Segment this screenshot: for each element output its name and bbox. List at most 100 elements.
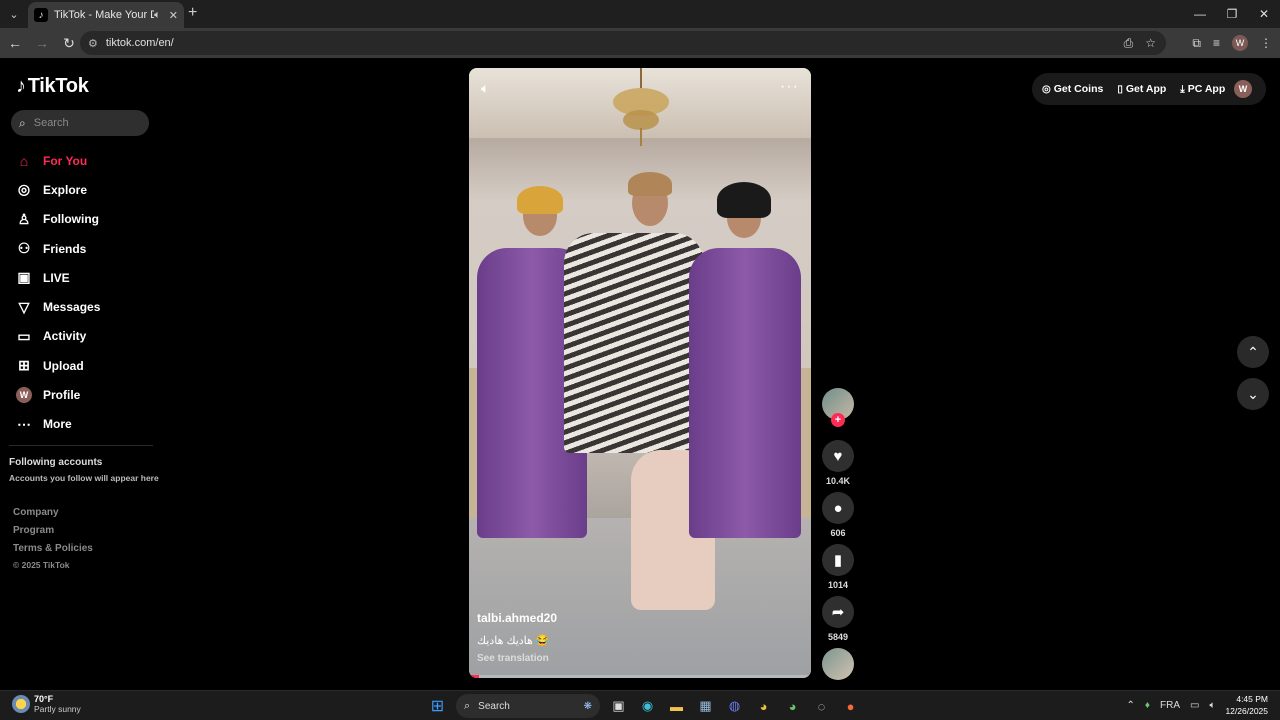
sidebar-item-live[interactable]: ▣ LIVE (16, 263, 100, 292)
sidebar-nav: ⌂ For You ◎ Explore ♙ Following ⚇ Friend… (16, 146, 100, 439)
search-placeholder: Search (33, 117, 69, 129)
sidebar-item-more[interactable]: ⋯ More (16, 410, 100, 439)
tiktok-logo[interactable]: ♪ TikTok (16, 75, 89, 98)
video-player[interactable]: 🔈︎ ··· talbi.ahmed20 هاديك هاديك 😂 See t… (469, 68, 811, 678)
comment-icon: ● (833, 499, 843, 517)
video-progress-bar[interactable] (469, 675, 811, 678)
microphone-icon[interactable]: ♦ (1145, 700, 1150, 711)
volume-icon[interactable]: 🔈︎ (481, 80, 489, 97)
music-disc-avatar[interactable] (822, 648, 854, 680)
avatar[interactable]: W (1234, 80, 1252, 98)
windows-start-icon[interactable]: ⊞ (423, 694, 452, 718)
search-input[interactable]: ⌕ Search (11, 110, 149, 136)
follow-plus-button[interactable]: + (831, 413, 845, 427)
like-button[interactable]: ♥ (822, 440, 854, 472)
share-icon: ➦ (831, 604, 845, 621)
previous-video-button[interactable]: ⌃ (1237, 336, 1269, 368)
get-coins-button[interactable]: ◎ Get Coins (1042, 83, 1103, 95)
comment-button[interactable]: ● (822, 492, 854, 524)
discord-icon[interactable]: ◍ (720, 694, 749, 718)
chrome-profile-icon[interactable]: ◕ (778, 694, 807, 718)
sidebar-divider (9, 445, 153, 446)
avatar: W (16, 387, 32, 404)
save-button[interactable]: ▮ (822, 544, 854, 576)
recorder-icon[interactable]: ● (836, 694, 865, 718)
comment-count: 606 (830, 528, 846, 538)
weather-desc: Partly sunny (34, 704, 81, 714)
sidebar-item-for-you[interactable]: ⌂ For You (16, 146, 100, 175)
forward-icon[interactable]: → (30, 31, 54, 55)
search-icon: ⌕ (464, 699, 471, 712)
upload-icon: ⊞ (18, 357, 30, 374)
like-action: ♥ 10.4K (822, 440, 854, 486)
install-app-icon[interactable]: ⎙ (1124, 36, 1134, 51)
like-count: 10.4K (825, 476, 851, 486)
tray-overflow-icon[interactable]: ⌃ (1127, 700, 1135, 711)
new-tab-button[interactable]: + (188, 4, 197, 22)
footer-link-company[interactable]: Company (13, 507, 93, 525)
system-tray: ⌃ ♦ FRA ▭ 🔈︎ 4:45 PM 12/26/2025 (1127, 693, 1269, 717)
close-window-icon[interactable]: ✕ (1248, 0, 1280, 28)
see-translation-link[interactable]: See translation (477, 653, 549, 664)
edge-icon[interactable]: ◉ (633, 694, 662, 718)
tab-search-icon[interactable]: ⌄ (0, 0, 28, 28)
network-icon[interactable]: ▭ (1190, 700, 1199, 711)
chrome-icon[interactable]: ◕ (749, 694, 778, 718)
speaker-icon[interactable]: 🔈︎ (1209, 700, 1215, 711)
comment-action: ● 606 (822, 492, 854, 538)
friends-icon: ⚇ (17, 240, 31, 257)
sidebar-item-messages[interactable]: ▽ Messages (16, 292, 101, 321)
next-video-button[interactable]: ⌄ (1237, 378, 1269, 410)
footer-link-terms[interactable]: Terms & Policies (13, 543, 93, 561)
sidebar-item-explore[interactable]: ◎ Explore (16, 175, 100, 204)
video-scene-chandelier (613, 68, 669, 146)
live-icon: ▣ (17, 269, 31, 286)
footer-link-program[interactable]: Program (13, 525, 93, 543)
person-icon: ♙ (17, 210, 31, 227)
following-accounts-title: Following accounts (9, 457, 103, 468)
extensions-icon[interactable]: ⧉ (1192, 36, 1201, 51)
tab-close-icon[interactable]: ✕ (169, 9, 178, 22)
maximize-icon[interactable]: ❐ (1216, 0, 1248, 28)
video-more-icon[interactable]: ··· (780, 78, 799, 96)
reload-icon[interactable]: ↻ (57, 31, 81, 55)
minimize-icon[interactable]: — (1184, 0, 1216, 28)
language-indicator[interactable]: FRA (1160, 700, 1180, 711)
video-scene-turban (517, 186, 563, 214)
pc-app-button[interactable]: ⤓ PC App (1180, 83, 1225, 95)
taskbar-search[interactable]: ⌕ Search ❋ (456, 694, 600, 718)
taskbar-clock[interactable]: 4:45 PM 12/26/2025 (1225, 693, 1268, 717)
copyright: © 2025 TikTok (13, 560, 70, 570)
save-action: ▮ 1014 (822, 544, 854, 590)
sidebar-item-activity[interactable]: ▭ Activity (16, 322, 100, 351)
github-icon[interactable]: ◌ (807, 694, 836, 718)
share-button[interactable]: ➦ (822, 596, 854, 628)
browser-profile-avatar[interactable]: W (1232, 35, 1248, 51)
back-icon[interactable]: ← (3, 31, 27, 55)
get-app-button[interactable]: ▯ Get App (1117, 83, 1166, 95)
weather-widget[interactable]: 70°F Partly sunny (12, 694, 81, 714)
chevron-up-icon: ⌃ (1247, 343, 1259, 360)
browser-tab[interactable]: ♪ TikTok - Make Your Day 🔈︎ ✕ (28, 2, 184, 28)
reading-list-icon[interactable]: ≡ (1213, 36, 1220, 50)
video-username[interactable]: talbi.ahmed20 (477, 611, 557, 625)
tab-audio-icon[interactable]: 🔈︎ (154, 9, 161, 22)
sidebar-item-profile[interactable]: W Profile (16, 380, 100, 409)
following-accounts-subtitle: Accounts you follow will appear here (9, 473, 159, 483)
windows-taskbar: 70°F Partly sunny ⊞ ⌕ Search ❋ ▣ ◉ ▬ ▦ ◍… (0, 690, 1280, 720)
store-icon[interactable]: ▦ (691, 694, 720, 718)
tiktok-note-icon: ♪ (16, 75, 26, 97)
sidebar-item-following[interactable]: ♙ Following (16, 205, 100, 234)
sidebar-item-friends[interactable]: ⚇ Friends (16, 234, 100, 263)
phone-icon: ▯ (1117, 83, 1123, 95)
file-explorer-icon[interactable]: ▬ (662, 694, 691, 718)
url-text: tiktok.com/en/ (105, 37, 174, 49)
bookmark-star-icon[interactable]: ☆ (1145, 36, 1156, 51)
address-bar[interactable]: ⚙ tiktok.com/en/ ⎙ ☆ (80, 31, 1166, 55)
browser-menu-icon[interactable]: ⋮ (1260, 36, 1272, 50)
task-view-icon[interactable]: ▣ (604, 694, 633, 718)
site-info-icon[interactable]: ⚙ (88, 37, 98, 50)
sidebar-item-upload[interactable]: ⊞ Upload (16, 351, 100, 380)
heart-icon: ♥ (833, 447, 843, 465)
home-icon: ⌂ (19, 152, 29, 169)
